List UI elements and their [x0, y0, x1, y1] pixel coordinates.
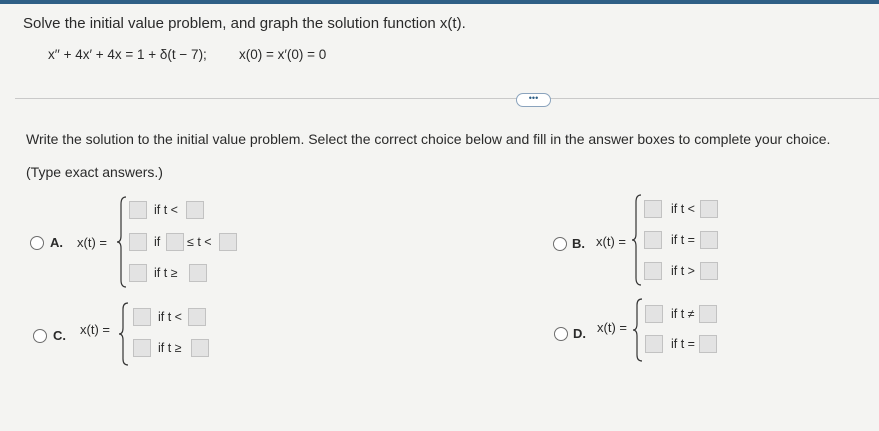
choice-b-cond-2: if t = — [671, 233, 695, 247]
choice-a-cond-2-pre: if — [154, 235, 161, 249]
question-prompt: Solve the initial value problem, and gra… — [23, 15, 466, 32]
choice-d-lhs: x(t) = — [597, 320, 627, 335]
choice-b-bound-2-box[interactable] — [700, 231, 718, 249]
instruction-text: Write the solution to the initial value … — [26, 131, 831, 147]
choice-c-bound-1-box[interactable] — [188, 308, 206, 326]
choice-b-expr-2-box[interactable] — [644, 231, 662, 249]
choice-d-bound-2-box[interactable] — [699, 335, 717, 353]
section-divider — [15, 98, 879, 99]
choice-a-brace — [116, 196, 128, 288]
choice-c-bound-2-box[interactable] — [191, 339, 209, 357]
hint-text: (Type exact answers.) — [26, 164, 163, 180]
more-options-button[interactable]: ••• — [516, 93, 551, 107]
choice-c-letter: C. — [53, 328, 66, 343]
choice-a-bound-1-box[interactable] — [186, 201, 204, 219]
choice-a-cond-2-mid: ≤ t < — [187, 235, 212, 249]
choice-b-bound-1-box[interactable] — [700, 200, 718, 218]
choice-a-cond-3: if t ≥ — [154, 266, 178, 280]
choice-a-letter: A. — [50, 235, 63, 250]
choice-a-radio[interactable] — [30, 236, 44, 250]
choice-d-cond-2: if t = — [671, 337, 695, 351]
choice-c-lhs: x(t) = — [80, 322, 110, 337]
choice-b-expr-3-box[interactable] — [644, 262, 662, 280]
choice-c-cond-2: if t ≥ — [158, 341, 182, 355]
choice-a-bound-3-box[interactable] — [189, 264, 207, 282]
choice-a-expr-1-box[interactable] — [129, 201, 147, 219]
choice-b-cond-3: if t > — [671, 264, 695, 278]
choice-a-lhs: x(t) = — [77, 235, 107, 250]
choice-d-bound-1-box[interactable] — [699, 305, 717, 323]
choice-c-cond-1: if t < — [158, 310, 182, 324]
initial-conditions: x(0) = x′(0) = 0 — [239, 47, 327, 62]
choice-c-expr-2-box[interactable] — [133, 339, 151, 357]
choice-c-expr-1-box[interactable] — [133, 308, 151, 326]
choice-b-brace — [631, 194, 643, 286]
choice-a-bound-2a-box[interactable] — [166, 233, 184, 251]
choice-b-cond-1: if t < — [671, 202, 695, 216]
choice-d-cond-1: if t ≠ — [671, 307, 695, 321]
choice-b-lhs: x(t) = — [596, 234, 626, 249]
choice-a-bound-2b-box[interactable] — [219, 233, 237, 251]
choice-d-letter: D. — [573, 326, 586, 341]
choice-a-expr-2-box[interactable] — [129, 233, 147, 251]
choice-d-expr-2-box[interactable] — [645, 335, 663, 353]
choice-a-expr-3-box[interactable] — [129, 264, 147, 282]
choice-a-cond-1: if t < — [154, 203, 178, 217]
choice-b-radio[interactable] — [553, 237, 567, 251]
choice-b-bound-3-box[interactable] — [700, 262, 718, 280]
choice-c-brace — [118, 302, 130, 366]
choice-b-letter: B. — [572, 236, 585, 251]
choice-d-radio[interactable] — [554, 327, 568, 341]
choice-d-brace — [632, 298, 644, 362]
top-accent-bar — [0, 0, 879, 4]
choice-d-expr-1-box[interactable] — [645, 305, 663, 323]
choice-c-radio[interactable] — [33, 329, 47, 343]
differential-equation: x′′ + 4x′ + 4x = 1 + δ(t − 7); — [48, 47, 207, 62]
choice-b-expr-1-box[interactable] — [644, 200, 662, 218]
